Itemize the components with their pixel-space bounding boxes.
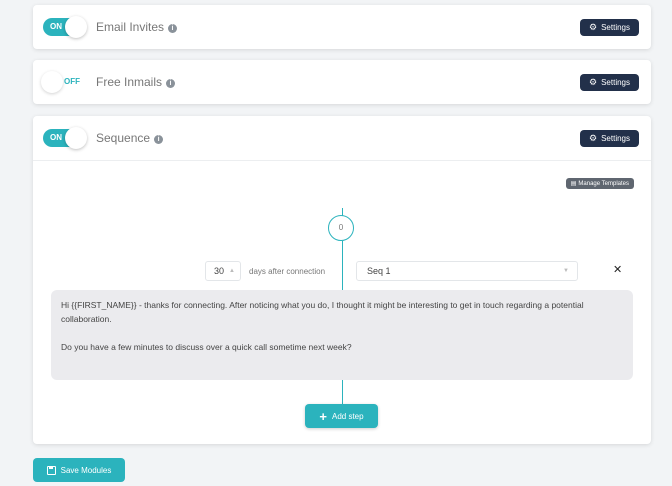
info-icon[interactable]: i	[168, 24, 178, 33]
toggle-state: OFF	[64, 77, 80, 86]
info-icon[interactable]: i	[154, 135, 164, 144]
save-icon	[46, 465, 56, 475]
settings-button[interactable]: ⚙ Settings	[580, 130, 639, 147]
toggle-knob	[65, 127, 87, 149]
module-title: Email Invites i	[96, 20, 178, 34]
document-icon: ▤	[570, 181, 577, 187]
timeline-line-mid	[342, 241, 343, 291]
gear-icon: ⚙	[589, 133, 598, 143]
settings-label: Settings	[601, 134, 630, 143]
message-textarea[interactable]: Hi {{FIRST_NAME}} - thanks for connectin…	[51, 290, 633, 380]
module-title-text: Free Inmails	[96, 75, 163, 89]
gear-icon: ⚙	[589, 22, 598, 32]
add-step-button[interactable]: + Add step	[305, 404, 378, 428]
settings-label: Settings	[601, 78, 630, 87]
days-input[interactable]: 30 ▲	[205, 261, 241, 281]
add-step-label: Add step	[332, 411, 364, 421]
days-label: days after connection	[249, 267, 326, 276]
module-card-email-invites: ON Email Invites i ⚙ Settings	[33, 5, 651, 49]
divider	[33, 160, 651, 161]
module-title-text: Email Invites	[96, 20, 165, 34]
module-header: ON Sequence i ⚙ Settings	[33, 116, 651, 160]
sequence-select[interactable]: Seq 1 ▼	[356, 261, 578, 281]
chevron-down-icon: ▼	[563, 268, 569, 274]
save-modules-button[interactable]: Save Modules	[33, 458, 125, 482]
toggle-state: ON	[50, 22, 62, 31]
settings-button[interactable]: ⚙ Settings	[580, 19, 639, 36]
free-inmails-toggle[interactable]: OFF	[41, 71, 85, 93]
toggle-knob	[41, 71, 63, 93]
module-title: Sequence i	[96, 131, 164, 145]
settings-button[interactable]: ⚙ Settings	[580, 74, 639, 91]
day-marker: 0	[328, 215, 354, 241]
module-title: Free Inmails i	[96, 75, 176, 89]
sequence-select-value: Seq 1	[367, 266, 391, 276]
module-header: OFF Free Inmails i ⚙ Settings	[33, 60, 651, 104]
close-icon[interactable]: ✕	[613, 263, 622, 276]
module-header: ON Email Invites i ⚙ Settings	[33, 5, 651, 49]
manage-templates-label: Manage Templates	[578, 180, 629, 187]
sequence-toggle[interactable]: ON	[43, 127, 87, 149]
manage-templates-button[interactable]: ▤ Manage Templates	[565, 178, 634, 189]
gear-icon: ⚙	[589, 77, 598, 87]
plus-icon: +	[319, 408, 327, 424]
email-invites-toggle[interactable]: ON	[43, 16, 87, 38]
days-value: 30	[214, 266, 225, 276]
module-title-text: Sequence	[96, 131, 151, 145]
message-line: Do you have a few minutes to discuss ove…	[61, 342, 352, 352]
save-label: Save Modules	[60, 465, 112, 475]
toggle-state: ON	[50, 133, 62, 142]
timeline-line-bottom	[342, 380, 343, 404]
info-icon[interactable]: i	[166, 79, 176, 88]
module-card-sequence: ON Sequence i ⚙ Settings ▤ Manage Templat…	[33, 116, 651, 444]
module-card-free-inmails: OFF Free Inmails i ⚙ Settings	[33, 60, 651, 104]
toggle-knob	[65, 16, 87, 38]
settings-label: Settings	[601, 23, 630, 32]
message-line: Hi {{FIRST_NAME}} - thanks for connectin…	[61, 300, 584, 324]
stepper-icon[interactable]: ▲	[229, 262, 235, 280]
